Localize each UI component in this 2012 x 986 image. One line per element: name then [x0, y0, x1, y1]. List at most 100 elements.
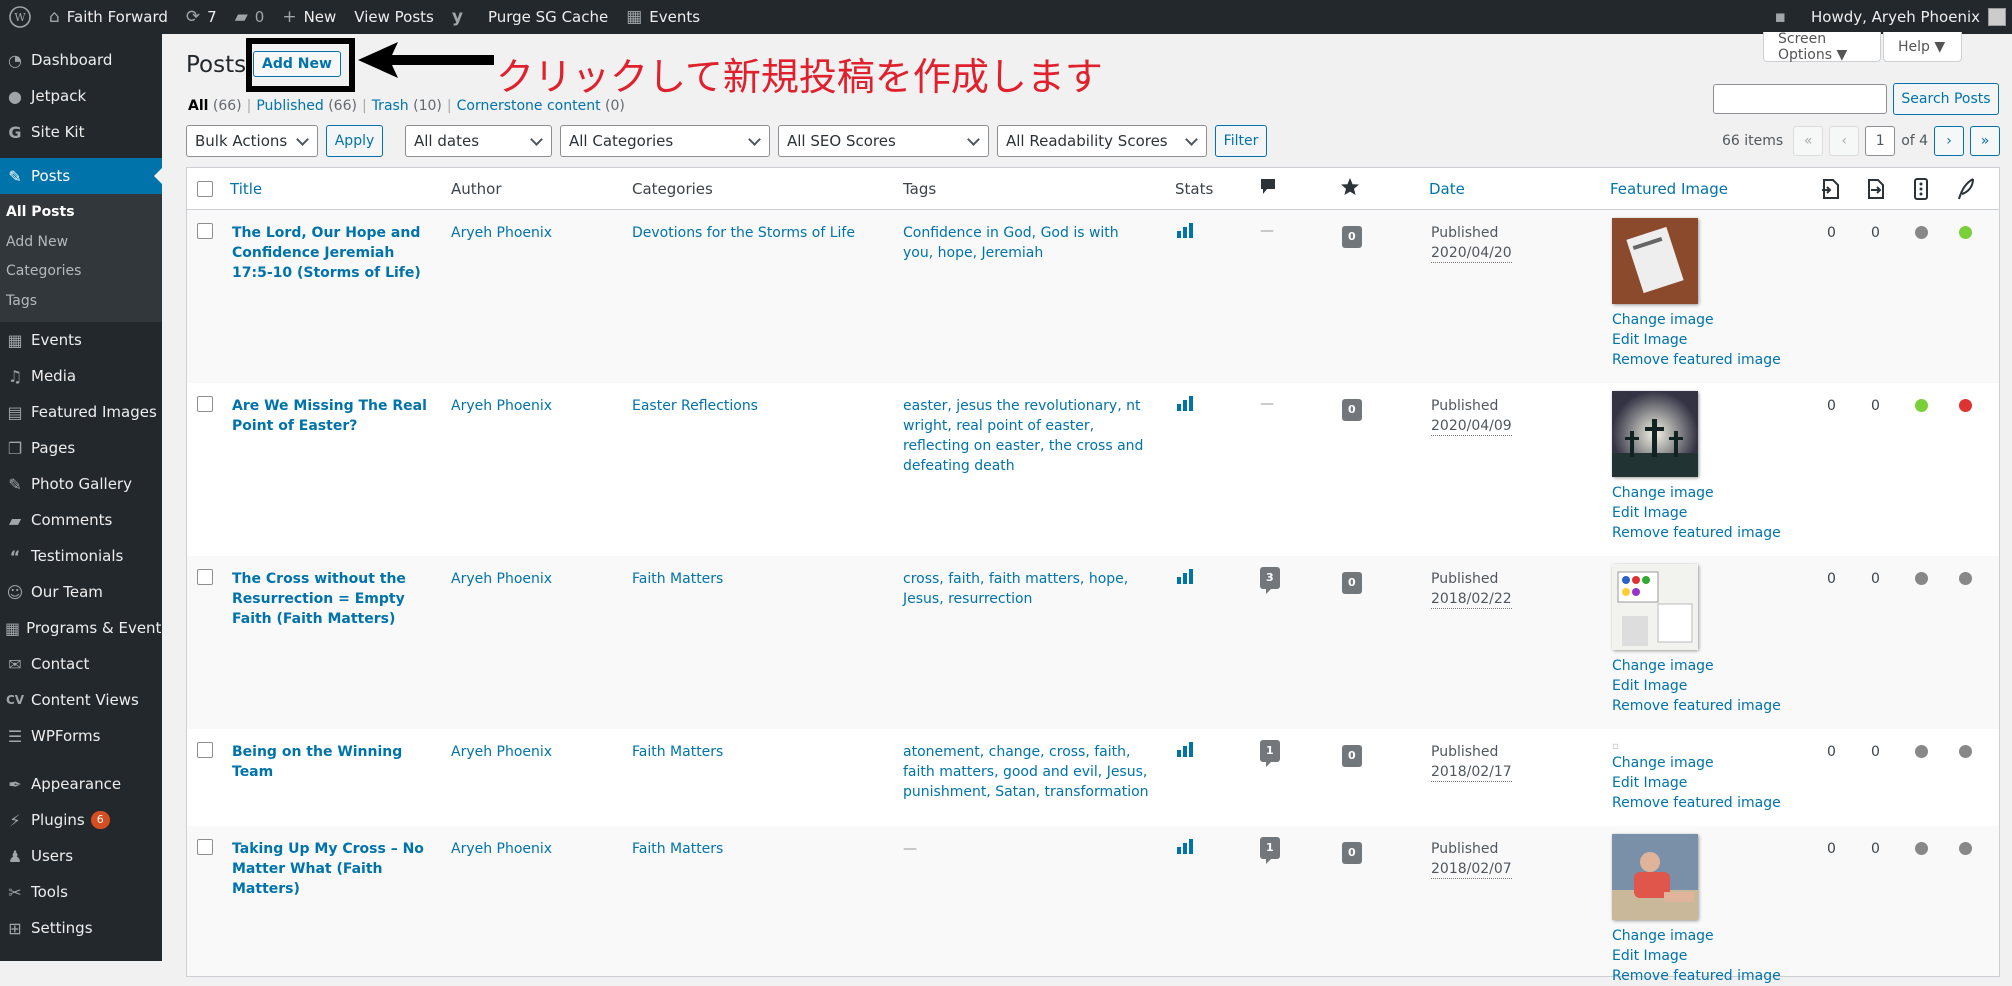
sidebar-item-users[interactable]: ♟ Users	[0, 838, 162, 874]
sidebar-item-contact[interactable]: ✉ Contact	[0, 646, 162, 682]
view-all[interactable]: All	[188, 98, 208, 114]
sidebar-item-pages[interactable]: ❐ Pages	[0, 430, 162, 466]
current-page-input[interactable]: 1	[1865, 126, 1896, 156]
post-tags[interactable]: cross, faith, faith matters, hope, Jesus…	[903, 569, 1153, 609]
change-image-link[interactable]: Change image	[1612, 656, 1781, 676]
submenu-add-new[interactable]: Add New	[0, 228, 162, 258]
sidebar-item-jetpack[interactable]: ● Jetpack	[0, 78, 162, 114]
bulk-actions-select[interactable]: Bulk Actions	[186, 125, 318, 157]
post-title-link[interactable]: Being on the Winning Team	[232, 742, 437, 782]
change-image-link[interactable]: Change image	[1612, 483, 1781, 503]
submenu-tags[interactable]: Tags	[0, 287, 162, 317]
row-checkbox[interactable]	[197, 742, 213, 758]
help-button[interactable]: Help ▼	[1883, 32, 1962, 62]
remove-featured-image-link[interactable]: Remove featured image	[1612, 793, 1781, 813]
post-tags[interactable]: easter, jesus the revolutionary, nt wrig…	[903, 396, 1153, 476]
edit-image-link[interactable]: Edit Image	[1612, 503, 1781, 523]
column-title[interactable]: Title	[230, 180, 262, 198]
howdy-link[interactable]: Howdy, Aryeh Phoenix	[1802, 0, 2006, 34]
post-title-link[interactable]: Are We Missing The Real Point of Easter?	[232, 396, 437, 436]
post-tags[interactable]: atonement, change, cross, faith, faith m…	[903, 742, 1153, 802]
sidebar-item-plugins[interactable]: ⚡ Plugins 6	[0, 802, 162, 838]
readability-scores-select[interactable]: All Readability Scores	[997, 125, 1207, 157]
post-category-link[interactable]: Devotions for the Storms of Life	[632, 223, 892, 243]
column-date[interactable]: Date	[1429, 180, 1465, 198]
stats-icon[interactable]	[1177, 568, 1193, 584]
featured-thumbnail[interactable]	[1612, 564, 1698, 650]
view-published[interactable]: Published	[256, 98, 323, 114]
post-category-link[interactable]: Faith Matters	[632, 839, 892, 859]
sidebar-item-featured-images[interactable]: ▤ Featured Images	[0, 394, 162, 430]
comments-count[interactable]: 1	[1260, 837, 1280, 864]
screen-options-button[interactable]: Screen Options ▼	[1763, 31, 1881, 63]
remove-featured-image-link[interactable]: Remove featured image	[1612, 696, 1781, 716]
search-input[interactable]	[1713, 84, 1887, 114]
sidebar-item-wpforms[interactable]: ☰ WPForms	[0, 718, 162, 754]
sidebar-item-dashboard[interactable]: ◔ Dashboard	[0, 42, 162, 78]
remove-featured-image-link[interactable]: Remove featured image	[1612, 350, 1781, 370]
readability-icon[interactable]	[1957, 178, 1975, 204]
post-tags[interactable]: Confidence in God, God is with you, hope…	[903, 223, 1153, 263]
comments-count[interactable]: 3	[1260, 567, 1280, 594]
sidebar-item-programs-events[interactable]: ▦ Programs & Events	[0, 610, 169, 646]
change-image-link[interactable]: Change image	[1612, 926, 1781, 946]
change-image-link[interactable]: Change image	[1612, 310, 1781, 330]
categories-filter-select[interactable]: All Categories	[560, 125, 770, 157]
seo-scores-select[interactable]: All SEO Scores	[778, 125, 989, 157]
remove-featured-image-link[interactable]: Remove featured image	[1612, 523, 1781, 543]
change-image-link[interactable]: Change image	[1612, 753, 1781, 773]
comments-link[interactable]: ▰ 0	[226, 0, 274, 34]
incoming-links-icon[interactable]	[1866, 178, 1886, 204]
sidebar-item-site-kit[interactable]: G Site Kit	[0, 114, 162, 150]
sidebar-item-photo-gallery[interactable]: ✎ Photo Gallery	[0, 466, 162, 502]
updates-link[interactable]: ⟳ 7	[177, 0, 226, 34]
comments-count[interactable]: 1	[1260, 740, 1280, 767]
row-checkbox[interactable]	[197, 223, 213, 239]
sidebar-item-appearance[interactable]: ✒ Appearance	[0, 766, 162, 802]
post-title-link[interactable]: Taking Up My Cross – No Matter What (Fai…	[232, 839, 437, 899]
post-category-link[interactable]: Faith Matters	[632, 569, 892, 589]
edit-image-link[interactable]: Edit Image	[1612, 676, 1781, 696]
next-page-button[interactable]: ›	[1934, 126, 1965, 156]
post-author-link[interactable]: Aryeh Phoenix	[451, 742, 552, 762]
sidebar-item-settings[interactable]: ⊞ Settings	[0, 910, 162, 946]
post-category-link[interactable]: Easter Reflections	[632, 396, 892, 416]
sidebar-item-media[interactable]: ♫ Media	[0, 358, 162, 394]
yoast-link[interactable]: y	[443, 0, 479, 34]
filter-button[interactable]: Filter	[1215, 125, 1267, 157]
view-trash[interactable]: Trash	[372, 98, 409, 114]
star-icon[interactable]	[1340, 177, 1360, 201]
prev-page-button[interactable]: ‹	[1829, 126, 1860, 156]
edit-image-link[interactable]: Edit Image	[1612, 773, 1781, 793]
wordpress-logo[interactable]: W	[0, 0, 40, 34]
column-featured-image[interactable]: Featured Image	[1610, 180, 1728, 198]
site-name-link[interactable]: ⌂ Faith Forward	[40, 0, 177, 34]
row-checkbox[interactable]	[197, 396, 213, 412]
submenu-all-posts[interactable]: All Posts	[0, 198, 162, 228]
outgoing-links-icon[interactable]	[1821, 178, 1841, 204]
post-author-link[interactable]: Aryeh Phoenix	[451, 396, 552, 416]
new-content-link[interactable]: + New	[273, 0, 345, 34]
first-page-button[interactable]: «	[1793, 126, 1824, 156]
post-category-link[interactable]: Faith Matters	[632, 742, 892, 762]
select-all-checkbox[interactable]	[197, 181, 213, 197]
purge-cache-link[interactable]: Purge SG Cache	[479, 0, 617, 34]
post-author-link[interactable]: Aryeh Phoenix	[451, 839, 552, 859]
seo-score-icon[interactable]	[1914, 178, 1928, 204]
notification-icon[interactable]: ▪	[1765, 0, 1802, 34]
stats-icon[interactable]	[1177, 395, 1193, 411]
post-author-link[interactable]: Aryeh Phoenix	[451, 569, 552, 589]
sidebar-item-posts[interactable]: ✎ Posts	[0, 158, 162, 194]
edit-image-link[interactable]: Edit Image	[1612, 330, 1781, 350]
sidebar-item-testimonials[interactable]: “Testimonials	[0, 538, 162, 574]
view-posts-link[interactable]: View Posts	[345, 0, 443, 34]
sidebar-item-our-team[interactable]: ☺ Our Team	[0, 574, 162, 610]
submenu-categories[interactable]: Categories	[0, 257, 162, 287]
view-cornerstone[interactable]: Cornerstone content	[457, 98, 601, 114]
featured-thumbnail[interactable]	[1612, 218, 1698, 304]
post-tags[interactable]: —	[903, 839, 1153, 859]
sidebar-item-tools[interactable]: ✂ Tools	[0, 874, 162, 910]
search-posts-button[interactable]: Search Posts	[1893, 83, 1999, 115]
featured-thumbnail[interactable]	[1612, 391, 1698, 477]
stats-icon[interactable]	[1177, 741, 1193, 757]
